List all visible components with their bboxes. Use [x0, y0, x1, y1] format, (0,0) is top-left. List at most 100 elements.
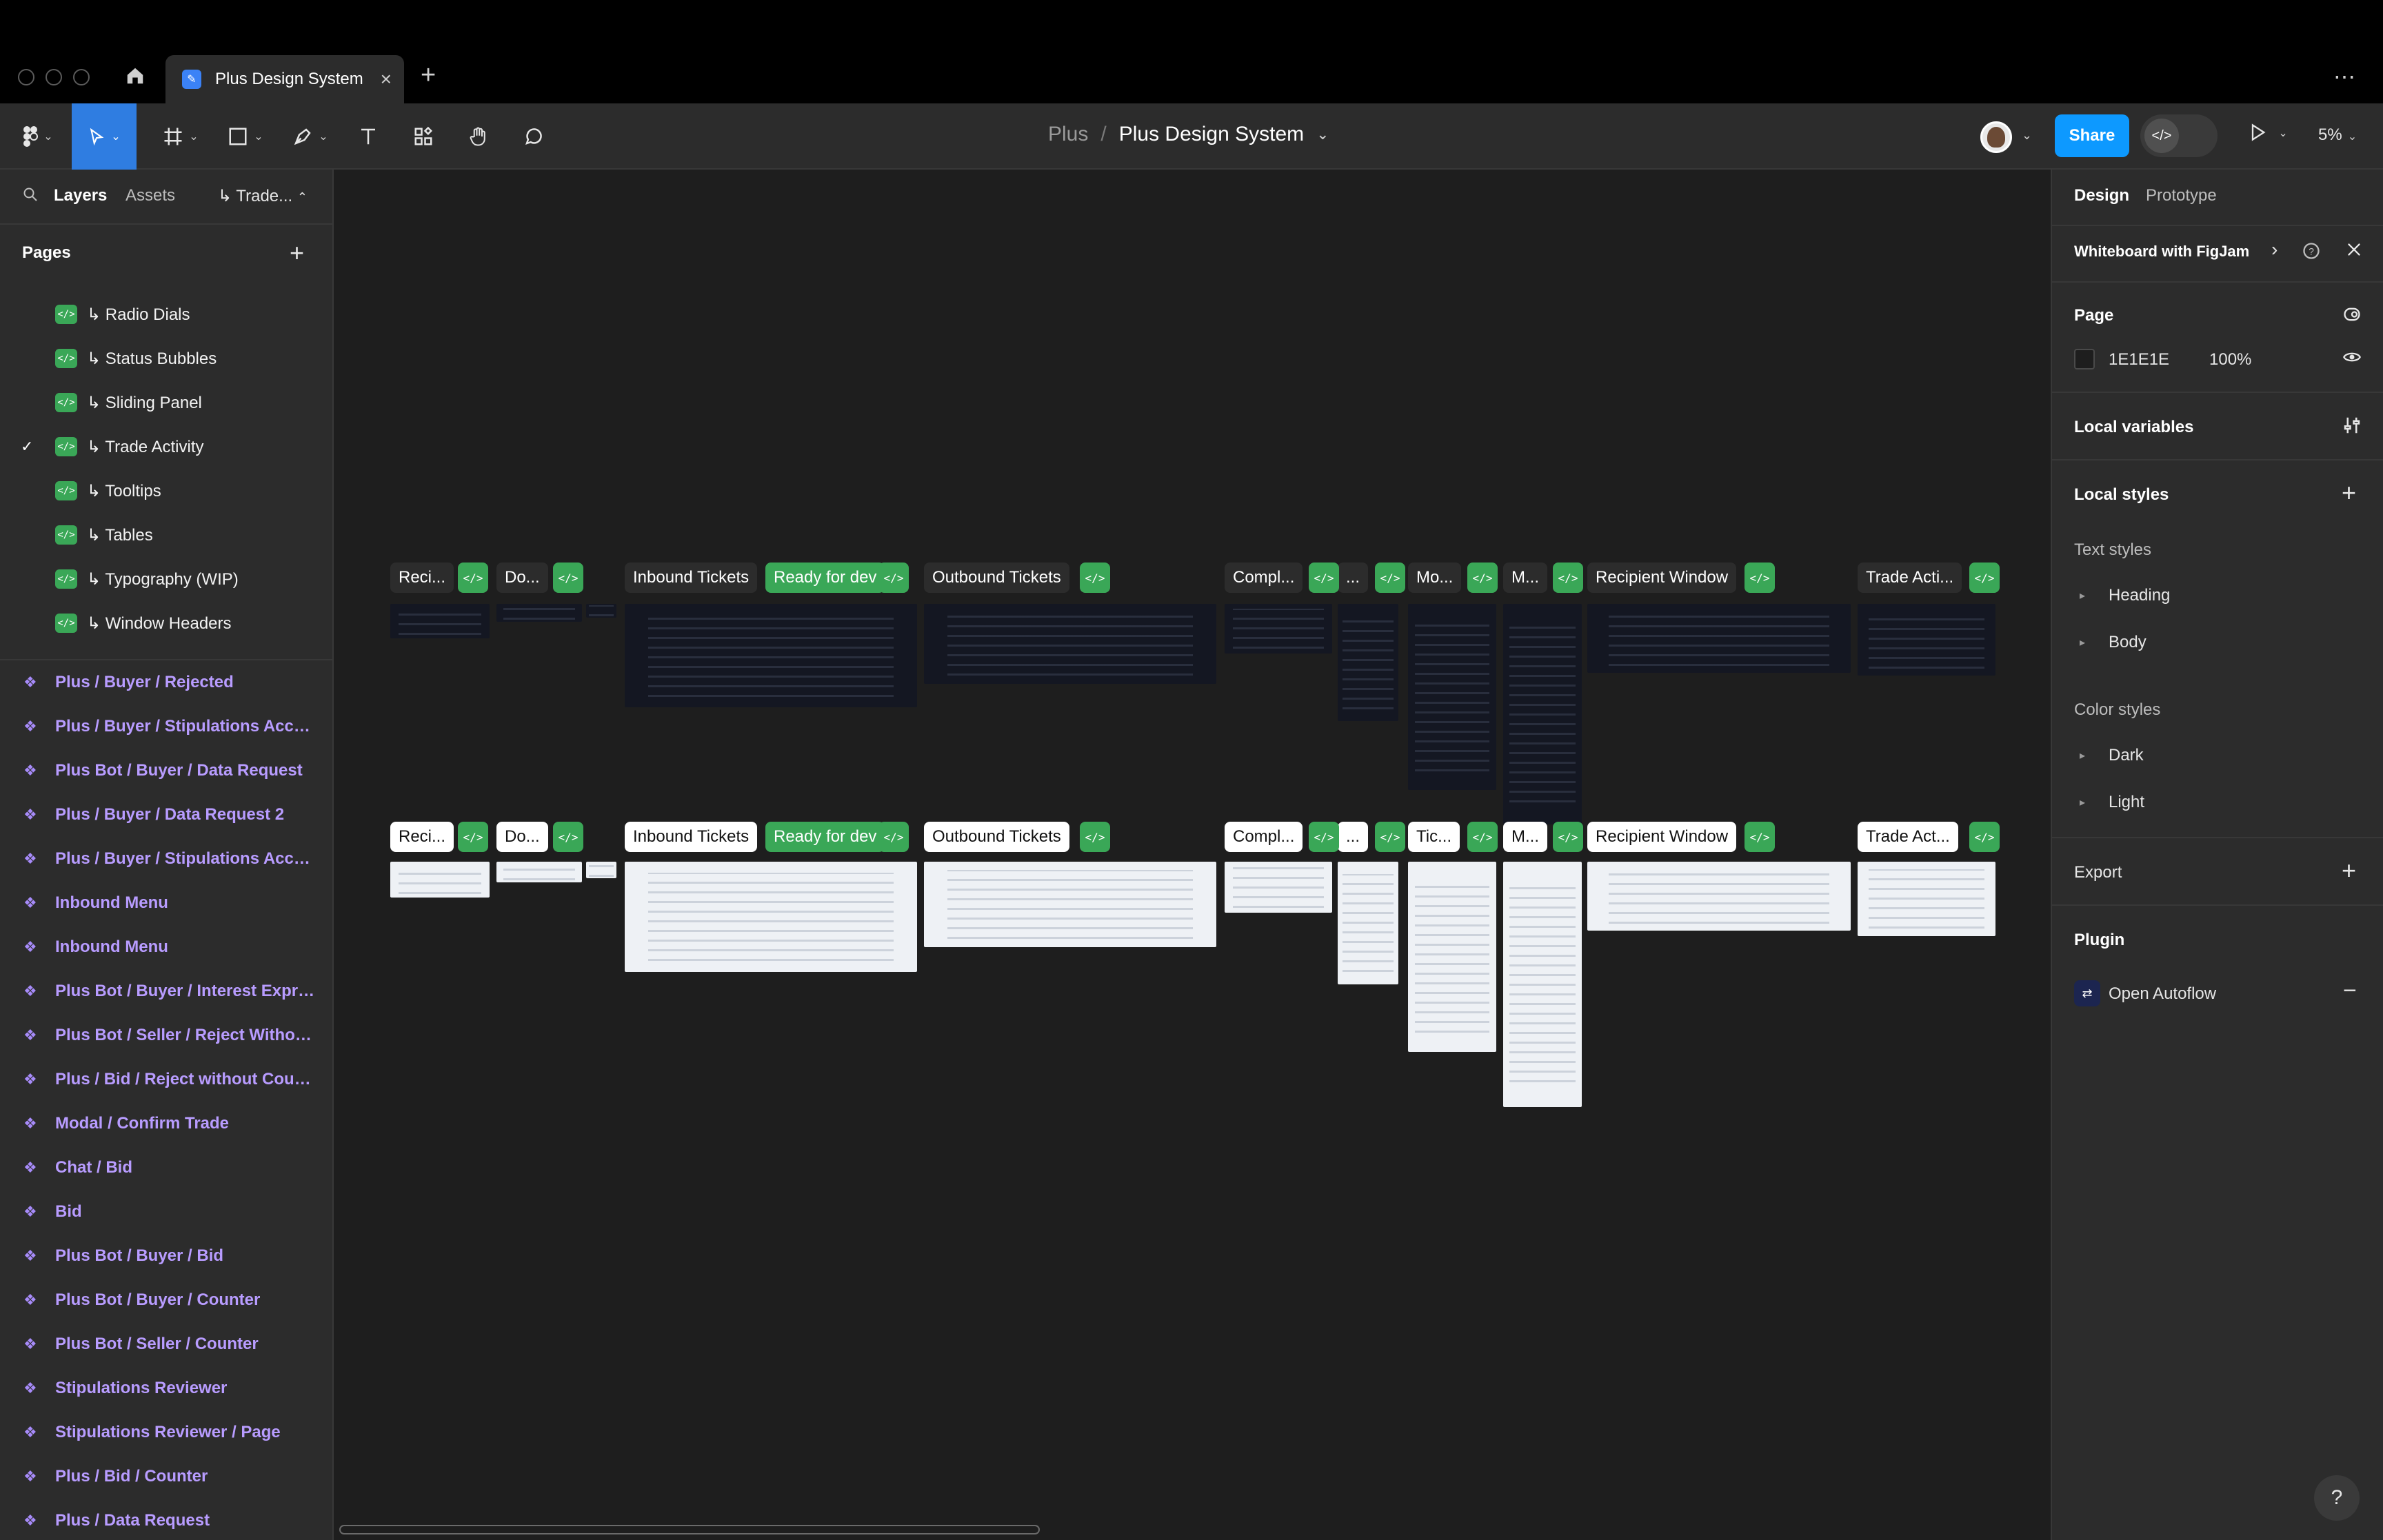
- frame-thumbnail[interactable]: [924, 604, 1216, 684]
- frame-label[interactable]: Outbound Tickets: [924, 563, 1069, 593]
- frame-thumbnail[interactable]: [625, 862, 917, 972]
- dev-status-code-icon[interactable]: </>: [1080, 563, 1110, 593]
- frame-label[interactable]: ...: [1338, 563, 1369, 593]
- frame-thumbnail[interactable]: [1587, 604, 1851, 673]
- dev-status-code-icon[interactable]: </>: [1744, 563, 1775, 593]
- tab-close-icon[interactable]: ×: [381, 68, 392, 90]
- text-style-heading[interactable]: Heading: [2109, 586, 2170, 605]
- frame-thumbnail[interactable]: [390, 862, 490, 898]
- shape-tool-button[interactable]: ⌄: [218, 103, 273, 170]
- present-button[interactable]: ⌄: [2248, 123, 2288, 148]
- frame-label[interactable]: Tic...: [1408, 822, 1460, 852]
- layer-item[interactable]: ❖ Modal / Confirm Trade: [0, 1102, 332, 1146]
- dev-status-code-icon[interactable]: </>: [1309, 563, 1339, 593]
- tab-layers[interactable]: Layers: [54, 186, 107, 205]
- dev-status-code-icon[interactable]: </>: [1553, 822, 1583, 852]
- text-style-body[interactable]: Body: [2109, 633, 2146, 652]
- frame-thumbnail[interactable]: [1858, 604, 1995, 676]
- resources-button[interactable]: [403, 103, 444, 170]
- frame-thumbnail[interactable]: [625, 604, 917, 707]
- home-icon[interactable]: [120, 61, 150, 91]
- frame-label[interactable]: Mo...: [1408, 563, 1462, 593]
- caret-right-icon[interactable]: ▸: [2080, 636, 2085, 649]
- add-page-icon[interactable]: +: [290, 239, 304, 267]
- tab-prototype[interactable]: Prototype: [2146, 186, 2217, 205]
- help-button[interactable]: ?: [2314, 1475, 2360, 1521]
- file-tab[interactable]: ✎ Plus Design System ×: [165, 55, 404, 103]
- frame-thumbnail[interactable]: [1225, 604, 1332, 654]
- whiteboard-label[interactable]: Whiteboard with FigJam: [2074, 243, 2249, 261]
- window-zoom-dot[interactable]: [73, 69, 90, 85]
- caret-right-icon[interactable]: ▸: [2080, 749, 2085, 762]
- frame-thumbnail[interactable]: [1408, 604, 1496, 790]
- dev-status-code-icon[interactable]: </>: [1467, 822, 1498, 852]
- frame-label[interactable]: Do...: [496, 563, 548, 593]
- layer-item[interactable]: ❖ Plus / Bid / Reject without Counter: [0, 1057, 332, 1102]
- window-minimize-dot[interactable]: [46, 69, 62, 85]
- layer-item[interactable]: ❖ Plus Bot / Buyer / Data Request: [0, 749, 332, 793]
- color-style-dark[interactable]: Dark: [2109, 746, 2144, 765]
- variables-settings-icon[interactable]: [2342, 415, 2362, 440]
- frame-label[interactable]: Trade Act...: [1858, 822, 1958, 852]
- dev-status-code-icon[interactable]: </>: [1744, 822, 1775, 852]
- frame-label[interactable]: Inbound Tickets: [625, 822, 758, 852]
- dev-status-code-icon[interactable]: </>: [458, 563, 488, 593]
- frame-thumbnail[interactable]: [1408, 862, 1496, 1052]
- layer-item[interactable]: ❖ Plus / Data Request: [0, 1499, 332, 1540]
- eye-icon[interactable]: [2342, 347, 2362, 372]
- pen-tool-button[interactable]: ⌄: [283, 103, 338, 170]
- page-item[interactable]: </> ↳ Sliding Panel: [0, 381, 332, 425]
- layer-item[interactable]: ❖ Inbound Menu: [0, 925, 332, 969]
- tab-assets[interactable]: Assets: [125, 186, 175, 205]
- frame-label[interactable]: Inbound Tickets: [625, 563, 758, 593]
- page-styles-icon[interactable]: [2342, 305, 2362, 329]
- frame-thumbnail[interactable]: [1338, 604, 1398, 721]
- tab-design[interactable]: Design: [2074, 186, 2129, 205]
- frame-label[interactable]: Ready for dev: [765, 822, 885, 852]
- frame-label[interactable]: Trade Acti...: [1858, 563, 1962, 593]
- dev-status-code-icon[interactable]: </>: [458, 822, 488, 852]
- frame-tool-button[interactable]: ⌄: [153, 103, 208, 170]
- color-style-light[interactable]: Light: [2109, 793, 2144, 812]
- page-item[interactable]: </> ↳ Typography (WIP): [0, 557, 332, 601]
- avatar[interactable]: [1980, 121, 2012, 153]
- layer-item[interactable]: ❖ Stipulations Reviewer: [0, 1366, 332, 1410]
- layer-item[interactable]: ❖ Plus Bot / Seller / Reject Without ...: [0, 1013, 332, 1057]
- page-item[interactable]: ✓ </> ↳ Trade Activity: [0, 425, 332, 469]
- frame-label[interactable]: Recipient Window: [1587, 822, 1737, 852]
- dev-status-code-icon[interactable]: </>: [1375, 563, 1405, 593]
- caret-right-icon[interactable]: ▸: [2080, 589, 2085, 602]
- frame-thumbnail[interactable]: [1858, 862, 1995, 936]
- canvas[interactable]: Reci... Do... Inbound Tickets Ready for dev…: [334, 170, 2051, 1540]
- dev-status-code-icon[interactable]: </>: [878, 822, 909, 852]
- frame-label[interactable]: Ready for dev: [765, 563, 885, 593]
- whiteboard-row[interactable]: Whiteboard with FigJam › ?: [2052, 225, 2383, 281]
- layer-item[interactable]: ❖ Chat / Bid: [0, 1146, 332, 1190]
- add-export-icon[interactable]: +: [2342, 856, 2356, 885]
- new-tab-icon[interactable]: +: [421, 61, 436, 90]
- move-tool-button[interactable]: ⌄: [72, 103, 137, 170]
- frame-label[interactable]: M...: [1503, 822, 1547, 852]
- add-style-icon[interactable]: +: [2342, 478, 2356, 507]
- layer-item[interactable]: ❖ Plus Bot / Buyer / Interest Expres...: [0, 969, 332, 1013]
- chevron-right-icon[interactable]: ›: [2271, 239, 2278, 261]
- frame-thumbnail[interactable]: [1587, 862, 1851, 931]
- frame-label[interactable]: Reci...: [390, 822, 454, 852]
- frame-label[interactable]: ...: [1338, 822, 1369, 852]
- page-item[interactable]: </> ↳ Radio Dials: [0, 292, 332, 336]
- frame-thumbnail[interactable]: [1503, 862, 1582, 1107]
- layer-item[interactable]: ❖ Plus Bot / Buyer / Bid: [0, 1234, 332, 1278]
- page-item[interactable]: </> ↳ Status Bubbles: [0, 336, 332, 381]
- breadcrumb-project[interactable]: Plus: [1048, 123, 1088, 146]
- layer-item[interactable]: ❖ Plus / Buyer / Stipulations Accept...: [0, 837, 332, 881]
- frame-thumbnail[interactable]: [390, 604, 490, 638]
- frame-thumbnail[interactable]: [586, 604, 616, 618]
- zoom-control[interactable]: 5% ⌄: [2318, 125, 2357, 145]
- frame-thumbnail[interactable]: [1225, 862, 1332, 913]
- dev-status-code-icon[interactable]: </>: [553, 822, 583, 852]
- frame-thumbnail[interactable]: [924, 862, 1216, 947]
- frame-label[interactable]: Compl...: [1225, 563, 1303, 593]
- dev-mode-toggle[interactable]: </>: [2140, 114, 2218, 157]
- layer-item[interactable]: ❖ Bid: [0, 1190, 332, 1234]
- page-color-swatch[interactable]: [2074, 349, 2095, 369]
